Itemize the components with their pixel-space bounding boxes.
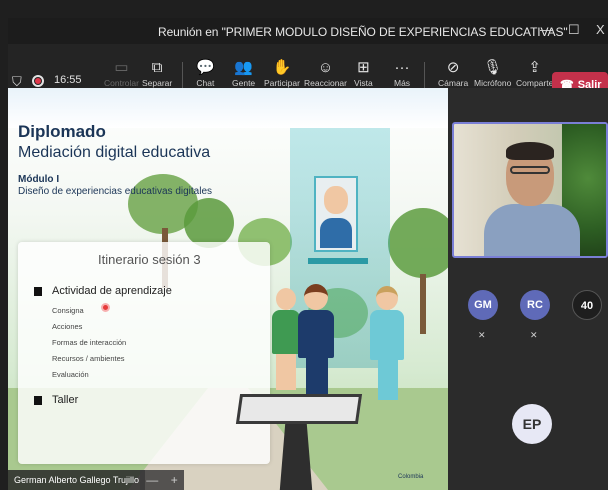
react-label: Reaccionar: [304, 78, 347, 88]
participant-glasses: [510, 166, 550, 174]
popout-button[interactable]: ⧉ Separar: [142, 58, 172, 88]
title-bar: Reunión en "PRIMER MODULO DISEÑO DE EXPE…: [8, 18, 608, 44]
tree-illustration: [388, 208, 448, 278]
meeting-timer: 16:55: [54, 74, 82, 86]
camera-button[interactable]: ⊘ Cámara: [438, 58, 468, 88]
pointer-dot: [101, 303, 110, 312]
toolbar-divider: [182, 62, 183, 90]
react-icon: ☺: [317, 59, 334, 76]
more-button[interactable]: ··· Más: [394, 58, 410, 88]
chat-button[interactable]: 💬 Chat: [196, 58, 215, 88]
participant-avatar-rc[interactable]: RC: [520, 290, 550, 320]
close-icon[interactable]: X: [596, 22, 605, 37]
more-label: Más: [394, 78, 411, 88]
react-button[interactable]: ☺ Reaccionar: [304, 58, 347, 88]
slide-title: Diplomado: [18, 122, 106, 141]
microphone-button[interactable]: 🎙 Micrófono: [474, 58, 511, 88]
module-label: Módulo I: [18, 174, 60, 185]
people-label: Gente: [232, 78, 256, 88]
portrait-illustration: [314, 176, 358, 252]
bullet-icon: [34, 396, 42, 405]
mic-off-icon: 🎙: [483, 59, 503, 76]
portrait-face: [324, 186, 348, 214]
portrait-body: [320, 218, 352, 248]
raise-hand-label: Participar: [264, 78, 300, 88]
people-icon: 👥: [234, 59, 253, 76]
camera-label: Cámara: [438, 78, 469, 88]
raise-hand-button[interactable]: ✋ Participar: [264, 58, 300, 88]
portrait-caption: [308, 258, 368, 264]
share-label: Comparte: [516, 78, 554, 88]
popout-icon: ⧉: [151, 59, 163, 76]
touch-table: [235, 394, 363, 424]
subitem-recursos: Recursos / ambientes: [52, 354, 125, 363]
subitem-acciones: Acciones: [52, 322, 83, 331]
country-label: Colombia: [398, 474, 424, 480]
mic-off-icon: ✕: [530, 330, 538, 340]
share-icon: ⇪: [528, 59, 541, 76]
microphone-label: Micrófono: [474, 78, 512, 88]
zoom-out-button[interactable]: —: [146, 470, 158, 490]
itinerary-panel: Itinerario sesión 3 Actividad de aprendi…: [18, 242, 270, 464]
itinerary-title: Itinerario sesión 3: [98, 252, 201, 267]
chat-icon: 💬: [196, 59, 215, 76]
maximize-icon[interactable]: ☐: [568, 22, 580, 38]
tree-illustration: [184, 198, 234, 248]
chat-label: Chat: [196, 78, 215, 88]
mic-off-icon: ✕: [478, 330, 486, 340]
taller-heading: Taller: [52, 394, 79, 406]
slide-subtitle: Mediación digital educativa: [18, 144, 211, 161]
view-icon: ⊞: [357, 59, 370, 76]
slide-heading: Diplomado Mediación digital educativa Mó…: [18, 122, 212, 197]
tree-trunk: [420, 274, 426, 334]
control-icon: ▭: [114, 59, 129, 76]
view-label: Vista: [354, 78, 373, 88]
raise-hand-icon: ✋: [272, 59, 292, 76]
view-button[interactable]: ⊞ Vista: [354, 58, 373, 88]
subitem-consigna: Consigna: [52, 306, 84, 315]
share-button[interactable]: ⇪ Comparte: [516, 58, 553, 88]
recording-icon: [32, 75, 44, 87]
module-name: Diseño de experiencias educativas digita…: [18, 186, 213, 197]
control-label: Controlar: [104, 78, 139, 88]
camera-off-icon: ⊘: [446, 59, 460, 76]
subitem-evaluacion: Evaluación: [52, 370, 89, 379]
activity-heading: Actividad de aprendizaje: [52, 285, 172, 297]
participant-shirt: [484, 204, 580, 256]
participant-video[interactable]: [452, 122, 608, 258]
people-button[interactable]: 👥 Gente: [232, 58, 255, 88]
shared-screen: Diplomado Mediación digital educativa Mó…: [8, 88, 448, 490]
more-icon: ···: [394, 59, 410, 76]
zoom-controls[interactable]: — +: [140, 470, 184, 490]
participant-avatar-gm[interactable]: GM: [468, 290, 498, 320]
more-participants-count[interactable]: 40: [572, 290, 602, 320]
zoom-in-button[interactable]: +: [171, 470, 178, 490]
presenter-name-tag: German Alberto Gallego Trujillo: [8, 470, 146, 490]
subitem-interaccion: Formas de interacción: [52, 338, 127, 347]
minimize-icon[interactable]: —: [540, 22, 553, 37]
participant-hair: [506, 142, 554, 160]
control-button[interactable]: ▭ Controlar: [104, 58, 139, 88]
popout-label: Separar: [142, 78, 173, 88]
toolbar-divider: [424, 62, 425, 90]
participant-avatar-ep[interactable]: EP: [512, 404, 552, 444]
bullet-icon: [34, 287, 42, 296]
window-title: Reunión en "PRIMER MODULO DISEÑO DE EXPE…: [158, 25, 568, 39]
